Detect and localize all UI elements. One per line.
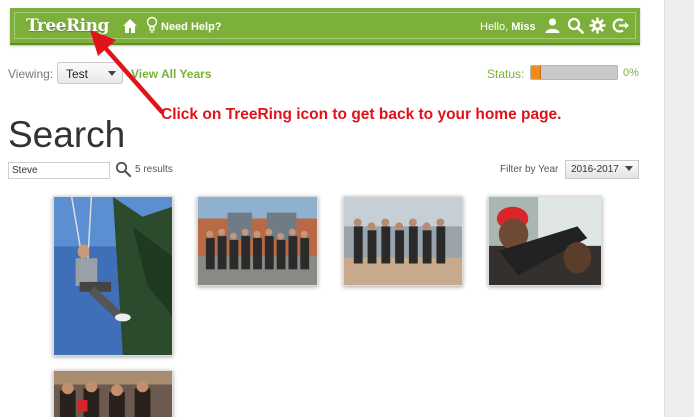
status-label: Status: bbox=[487, 67, 525, 81]
photo-thumbnail[interactable] bbox=[53, 196, 173, 356]
side-panel bbox=[664, 0, 694, 417]
annotation-arrow-icon bbox=[90, 30, 165, 115]
user-icon[interactable] bbox=[544, 17, 561, 34]
photo-thumbnail[interactable] bbox=[343, 196, 463, 286]
status-progress-bar bbox=[530, 65, 618, 80]
photo-thumbnail[interactable] bbox=[197, 196, 318, 286]
greeting-name: Miss bbox=[511, 21, 536, 33]
search-input[interactable] bbox=[8, 162, 110, 179]
search-icon[interactable] bbox=[567, 17, 584, 34]
photo-group-building-image bbox=[198, 197, 317, 285]
viewing-label: Viewing: bbox=[8, 67, 54, 81]
search-button-icon[interactable] bbox=[115, 161, 131, 177]
chevron-down-icon bbox=[625, 166, 633, 171]
photo-person-red-hat-image bbox=[489, 197, 601, 285]
results-count: 5 results bbox=[135, 164, 173, 175]
status-percent: 0% bbox=[623, 67, 639, 79]
photo-thumbnail[interactable] bbox=[488, 196, 602, 286]
logout-icon[interactable] bbox=[612, 17, 630, 34]
status-progress-fill bbox=[531, 66, 542, 79]
photo-zipline-image bbox=[54, 197, 172, 355]
gear-icon[interactable] bbox=[589, 17, 606, 34]
photo-group-plaza-image bbox=[344, 197, 462, 285]
filter-by-year-label: Filter by Year bbox=[500, 164, 559, 175]
greeting-prefix: Hello, bbox=[480, 21, 509, 33]
year-filter-value: 2016-2017 bbox=[571, 164, 619, 175]
greeting-text: Hello, Miss bbox=[480, 21, 536, 33]
photo-thumbnail[interactable] bbox=[53, 370, 173, 417]
photo-group-indoor-image bbox=[54, 371, 172, 417]
annotation-text: Click on TreeRing icon to get back to yo… bbox=[161, 106, 562, 123]
year-filter-select[interactable]: 2016-2017 bbox=[565, 160, 639, 179]
page-title: Search bbox=[8, 114, 126, 155]
